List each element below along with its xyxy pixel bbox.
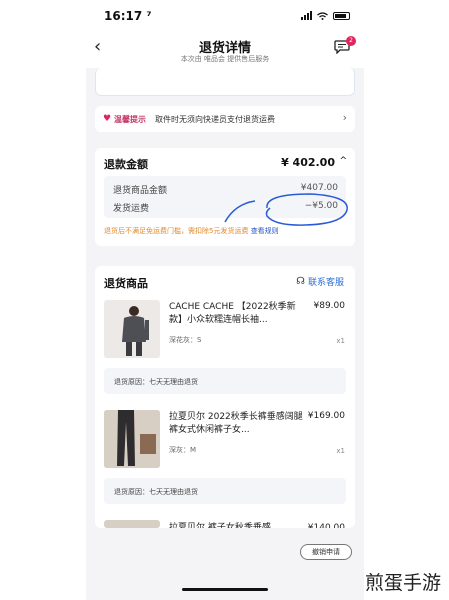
customer-service-link[interactable]: ☊ 联系客服: [296, 275, 344, 288]
watermark: 煎蛋手游: [364, 572, 441, 594]
goods-card: 退货商品 ☊ 联系客服 CACHE CACHE 【2022秋季新款】小众软糯连帽…: [95, 266, 355, 528]
shipping-fee-label: 发货运费: [113, 204, 150, 214]
pants-photo: [104, 410, 160, 468]
tip-text: 取件时无须向快递员支付退货运费: [155, 115, 275, 124]
chevron-right-icon: ›: [342, 111, 347, 124]
page-subtitle: 本次由 唯品会 提供售后服务: [180, 55, 270, 63]
goods-amount-label: 退货商品金额: [113, 186, 168, 196]
goods-title: 退货商品: [104, 277, 148, 290]
home-indicator: [182, 588, 268, 591]
item-price: ¥89.00: [313, 301, 346, 311]
collapse-icon[interactable]: ^: [339, 156, 347, 166]
headset-icon: ☊: [296, 276, 305, 287]
battery-icon: [333, 11, 350, 20]
refund-amount: ¥ 402.00: [281, 156, 335, 169]
refund-card: 退款金额 ¥ 402.00 ^ 退货商品金额 ¥407.00 发货运费 −¥5.…: [95, 148, 355, 246]
customer-service-label: 联系客服: [307, 278, 344, 288]
product-image[interactable]: [104, 300, 160, 358]
nav-bar: ‹ 退货详情 本次由 唯品会 提供售后服务 2: [86, 30, 364, 68]
product-image[interactable]: [104, 520, 160, 528]
pen-annotation: [224, 193, 348, 226]
wifi-icon: [317, 11, 328, 20]
status-icons: [301, 11, 350, 20]
item-spec: 深灰：M: [169, 446, 197, 454]
item-name[interactable]: 拉夏贝尔 裤子女秋季垂感...: [169, 520, 305, 528]
status-bar: 16:17 ⁷: [86, 0, 364, 30]
signal-icon: [301, 11, 312, 20]
item-price: ¥169.00: [307, 411, 345, 421]
phone-screen: 16:17 ⁷ ‹ 退货详情 本次由 唯品会 提供售后服务 2 ♥ 温馨提示 取…: [86, 0, 364, 600]
return-reason: 退货原因：七天无理由退货: [104, 368, 346, 394]
tip-label: 温馨提示: [114, 115, 146, 124]
item-spec: 深花灰：S: [169, 336, 202, 344]
tip-banner[interactable]: ♥ 温馨提示 取件时无须向快递员支付退货运费 ›: [95, 106, 355, 132]
status-time: 16:17 ⁷: [104, 9, 152, 23]
heart-icon: ♥: [103, 114, 112, 124]
refund-title: 退款金额: [104, 158, 148, 171]
item-qty: x1: [336, 447, 345, 455]
previous-card: [95, 68, 355, 96]
jacket-photo: [122, 306, 149, 356]
return-reason-text: 退货原因：七天无理由退货: [114, 488, 198, 496]
item-name[interactable]: 拉夏贝尔 2022秋季长裤垂感阔腿裤女式休闲裤子女...: [169, 411, 305, 437]
item-name[interactable]: CACHE CACHE 【2022秋季新款】小众软糯连帽长袖...: [169, 301, 305, 327]
cancel-request-button[interactable]: 撤销申请: [300, 544, 352, 560]
return-reason-text: 退货原因：七天无理由退货: [114, 378, 198, 386]
return-reason: 退货原因：七天无理由退货: [104, 478, 346, 504]
item-qty: x1: [336, 337, 345, 345]
item-price: ¥140.00: [307, 523, 345, 528]
product-image[interactable]: [104, 410, 160, 468]
message-badge: 2: [346, 36, 356, 46]
